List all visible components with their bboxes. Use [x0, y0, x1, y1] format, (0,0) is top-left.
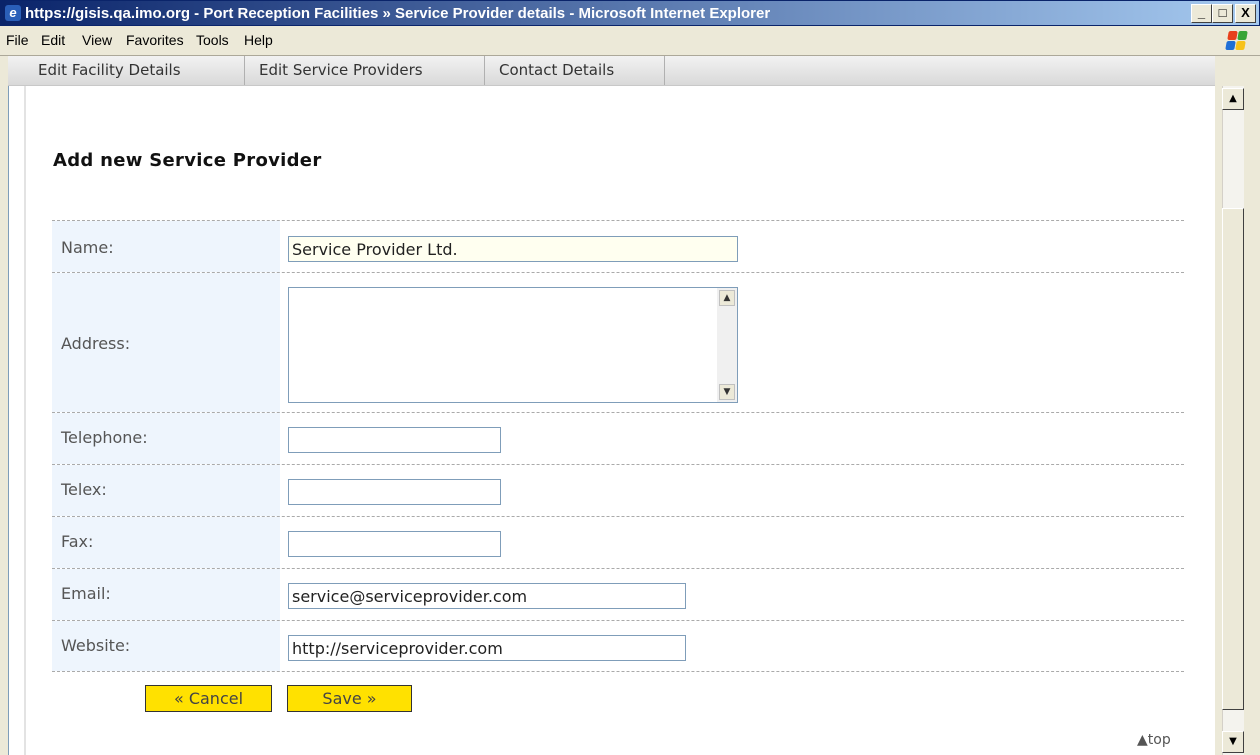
form-row-telex: Telex:: [52, 464, 1184, 516]
form-row-website: Website: http://serviceprovider.com: [52, 620, 1184, 671]
maximize-button[interactable]: □: [1212, 4, 1233, 23]
form-row-email: Email: service@serviceprovider.com: [52, 568, 1184, 620]
form-row-name: Name: Service Provider Ltd.: [52, 220, 1184, 272]
name-label: Name:: [61, 238, 114, 257]
menu-tools[interactable]: Tools: [196, 32, 229, 48]
email-label-cell: Email:: [52, 569, 280, 620]
form-row-fax: Fax:: [52, 516, 1184, 568]
email-label: Email:: [61, 584, 111, 603]
scroll-down-icon[interactable]: ▼: [719, 384, 735, 400]
address-scrollbar[interactable]: ▲ ▼: [717, 288, 737, 402]
minimize-button[interactable]: _: [1191, 4, 1212, 23]
name-input[interactable]: Service Provider Ltd.: [288, 236, 738, 262]
telephone-label: Telephone:: [61, 428, 148, 447]
menu-view[interactable]: View: [82, 32, 112, 48]
telephone-input[interactable]: [288, 427, 501, 453]
email-input[interactable]: service@serviceprovider.com: [288, 583, 686, 609]
telephone-label-cell: Telephone:: [52, 413, 280, 464]
scroll-up-icon[interactable]: ▲: [719, 290, 735, 306]
window-title: https://gisis.qa.imo.org - Port Receptio…: [25, 5, 771, 22]
form-row-address: Address: ▲ ▼: [52, 272, 1184, 412]
back-to-top-link[interactable]: ▲top: [1137, 732, 1171, 748]
menu-bar: File Edit View Favorites Tools Help: [0, 26, 1260, 56]
scrollbar-thumb[interactable]: [1222, 208, 1244, 710]
fax-input[interactable]: [288, 531, 501, 557]
window-title-bar[interactable]: e https://gisis.qa.imo.org - Port Recept…: [0, 0, 1260, 26]
page-title: Add new Service Provider: [53, 150, 322, 171]
tab-edit-facility-details[interactable]: Edit Facility Details: [24, 56, 245, 85]
address-label-cell: Address:: [52, 273, 280, 412]
name-label-cell: Name:: [52, 221, 280, 272]
address-textarea[interactable]: ▲ ▼: [288, 287, 738, 403]
menu-favorites[interactable]: Favorites: [126, 32, 184, 48]
tab-bar: Edit Facility Details Edit Service Provi…: [8, 56, 1215, 86]
fax-label: Fax:: [61, 532, 94, 551]
telex-input[interactable]: [288, 479, 501, 505]
form-row-telephone: Telephone:: [52, 412, 1184, 464]
website-label-cell: Website:: [52, 621, 280, 671]
address-label: Address:: [61, 334, 131, 353]
internet-explorer-icon: e: [5, 5, 21, 21]
form-bottom-divider: [52, 671, 1184, 672]
content-left-border: [24, 86, 26, 755]
windows-logo-icon: [1216, 28, 1252, 54]
telex-label-cell: Telex:: [52, 465, 280, 516]
save-button[interactable]: Save »: [287, 685, 412, 712]
fax-label-cell: Fax:: [52, 517, 280, 568]
window-right-border: [1244, 86, 1260, 755]
tab-edit-service-providers[interactable]: Edit Service Providers: [245, 56, 485, 85]
tab-contact-details[interactable]: Contact Details: [485, 56, 665, 85]
cancel-button[interactable]: « Cancel: [145, 685, 272, 712]
website-input[interactable]: http://serviceprovider.com: [288, 635, 686, 661]
telex-label: Telex:: [61, 480, 107, 499]
scroll-up-arrow-icon[interactable]: ▲: [1222, 88, 1244, 110]
scroll-down-arrow-icon[interactable]: ▼: [1222, 731, 1244, 753]
menu-edit[interactable]: Edit: [41, 32, 65, 48]
menu-help[interactable]: Help: [244, 32, 273, 48]
menu-file[interactable]: File: [6, 32, 29, 48]
website-label: Website:: [61, 636, 131, 655]
close-button[interactable]: X: [1235, 4, 1256, 23]
